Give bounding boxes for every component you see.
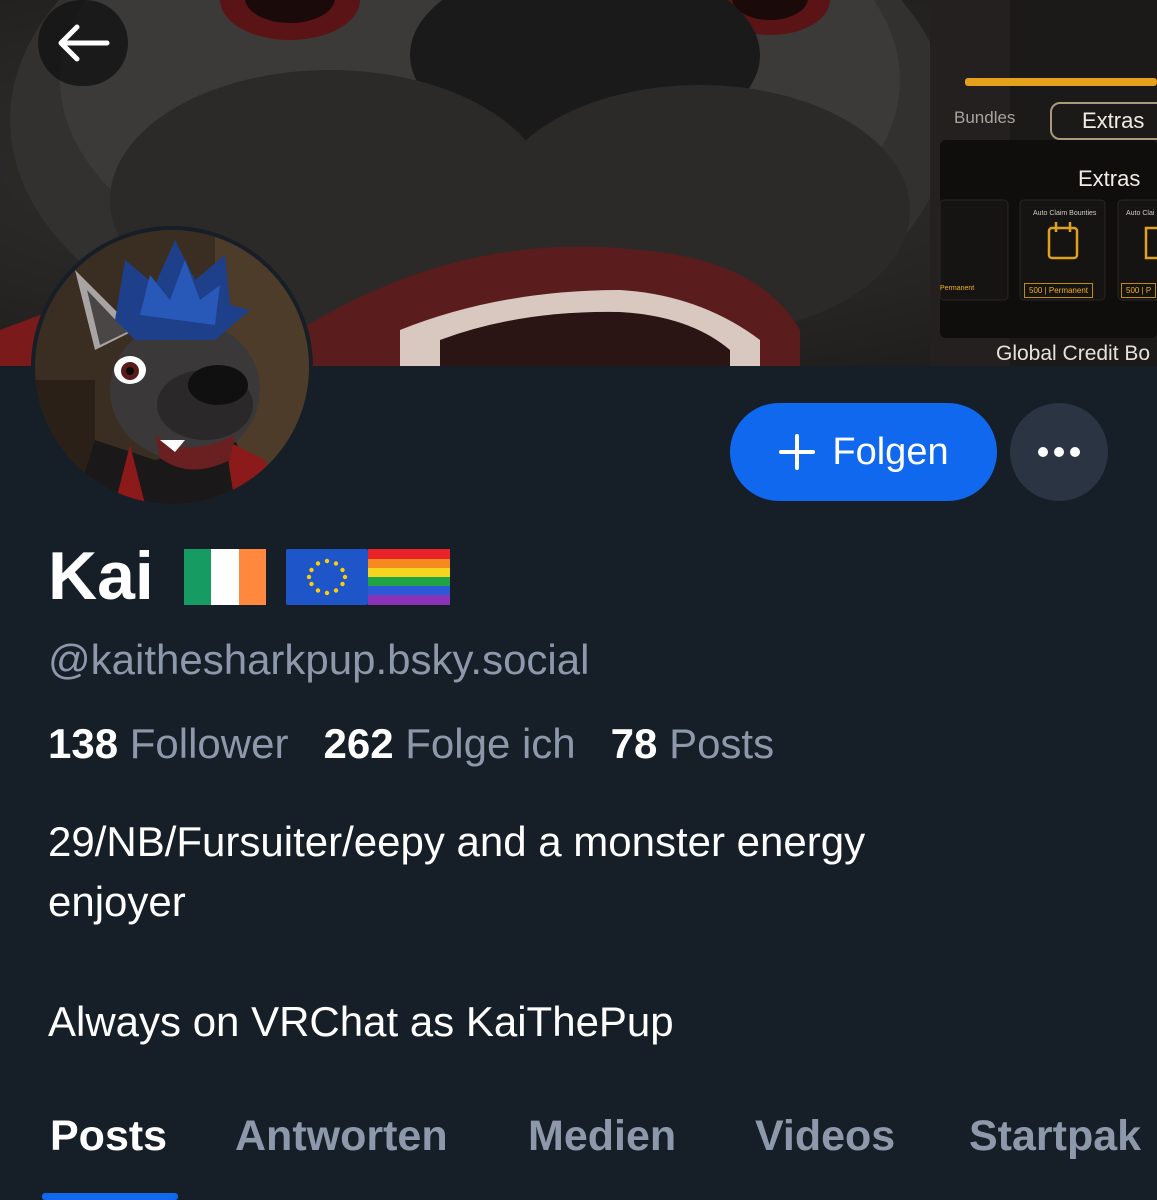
avatar-image (35, 230, 309, 504)
plus-icon (779, 434, 816, 470)
overlay-card-price: Permanent (940, 285, 975, 292)
follow-button[interactable]: Folgen (730, 403, 997, 501)
banner-overlay-panel: Bundles Extras Extras Auto Claim Bountie… (940, 80, 1157, 366)
following-label: Folge ich (405, 720, 576, 767)
overlay-card-label: Auto Claim Bounties (1033, 210, 1097, 217)
following-stat[interactable]: 262 Folge ich (323, 720, 575, 767)
arrow-left-icon (58, 24, 110, 62)
tab-startpak[interactable]: Startpak (969, 1108, 1141, 1164)
avatar[interactable] (31, 226, 313, 508)
overlay-card-price: 500 | Permanent (1024, 283, 1094, 298)
profile-handle: @kaithesharkpup.bsky.social (48, 636, 590, 683)
followers-label: Follower (129, 720, 289, 767)
followers-count: 138 (48, 720, 119, 767)
overlay-card-label: Auto Clai (1126, 210, 1155, 217)
overlay-tab-extras: Extras (1050, 102, 1157, 140)
rainbow-flag-icon (368, 549, 450, 605)
posts-count: 78 (610, 720, 658, 767)
tab-posts[interactable]: Posts (50, 1108, 167, 1164)
tab-medien[interactable]: Medien (528, 1108, 676, 1164)
bio-line: enjoyer (48, 878, 186, 925)
following-count: 262 (323, 720, 394, 767)
posts-stat: 78 Posts (611, 720, 774, 767)
tab-videos[interactable]: Videos (755, 1108, 895, 1164)
overlay-tab-bundles: Bundles (954, 108, 1016, 127)
display-name: Kai (48, 538, 154, 614)
overlay-footer: Global Credit Bo (996, 342, 1151, 365)
follow-button-label: Folgen (832, 430, 949, 473)
eu-flag-icon (286, 549, 368, 605)
back-button[interactable] (38, 0, 128, 86)
profile-tabs: Posts Antworten Medien Videos Startpak (0, 1100, 1157, 1200)
overlay-section-title: Extras (1078, 166, 1141, 191)
tab-antworten[interactable]: Antworten (235, 1108, 448, 1164)
ireland-flag-icon (184, 549, 266, 605)
profile-stats: 138 Follower 262 Folge ich 78 Posts (48, 718, 774, 770)
posts-label: Posts (669, 720, 775, 767)
bio-line: 29/NB/Fursuiter/eepy and a monster energ… (48, 818, 866, 865)
active-tab-indicator (42, 1193, 178, 1200)
followers-stat[interactable]: 138 Follower (48, 720, 288, 767)
overlay-card-price: 500 | P (1121, 283, 1157, 298)
more-options-button[interactable] (1010, 403, 1108, 501)
name-flags (184, 549, 450, 605)
ellipsis-icon (1038, 447, 1080, 457)
bio-line: Always on VRChat as KaiThePup (48, 998, 674, 1045)
